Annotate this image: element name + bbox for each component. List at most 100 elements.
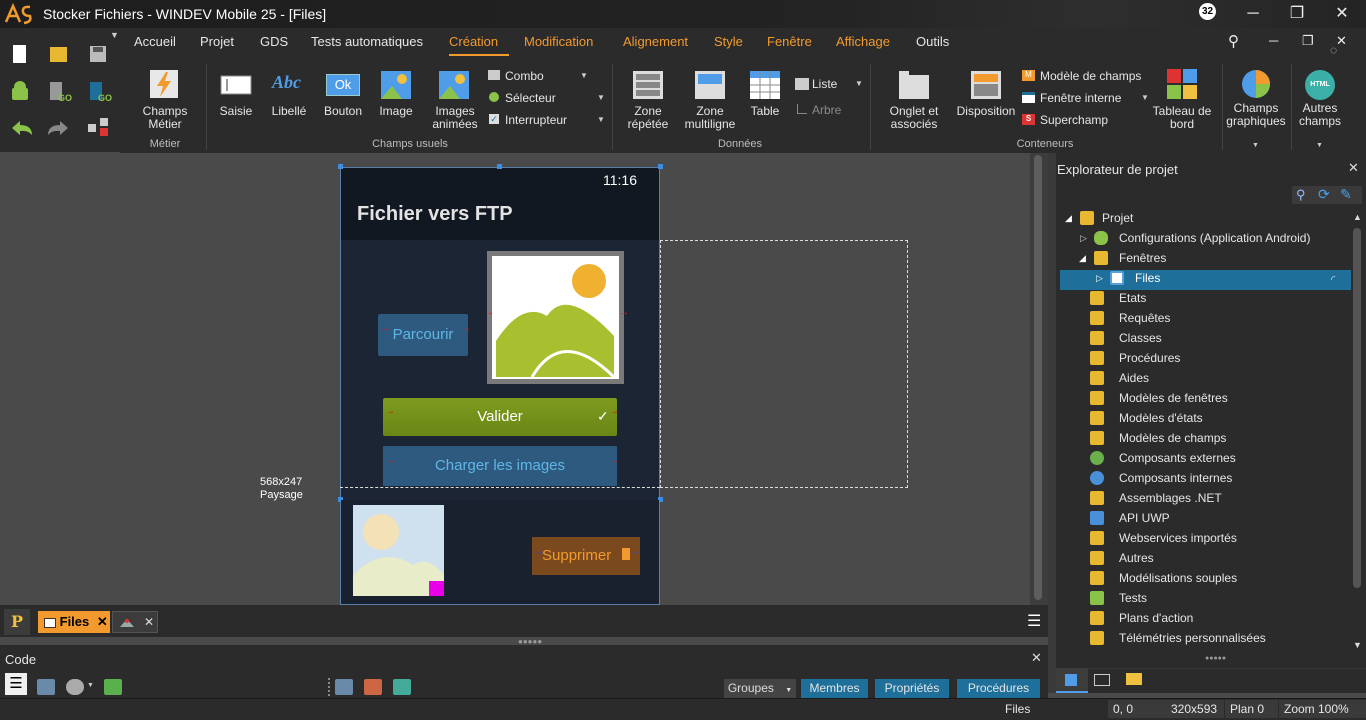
explorer-scrollbar-thumb[interactable] [1353,228,1361,588]
status-zoom[interactable]: Zoom 100% [1279,700,1366,718]
tree-item-plans-action[interactable]: Plans d'action [1088,608,1193,628]
procedures-button[interactable]: Procédures [957,679,1040,698]
close-button[interactable]: ✕ [1331,4,1353,24]
combo-chevron-icon[interactable]: ▼ [580,71,588,80]
new-file-icon[interactable] [10,44,30,67]
liste-button[interactable]: Liste [812,77,837,91]
tab-files[interactable]: Files ✕ [38,611,110,633]
app-minimize-button[interactable]: ─ [1269,33,1278,48]
restore-button[interactable]: ❐ [1286,4,1308,24]
menu-modification[interactable]: Modification [524,34,593,49]
go-test-icon[interactable]: GO [48,80,72,107]
tag-icon[interactable] [364,679,382,695]
libelle-button[interactable]: Libellé [266,105,312,118]
zone-multiligne-button[interactable]: Zone multiligne [682,105,738,131]
tab-close-icon[interactable]: ✕ [144,615,154,629]
saisie-button[interactable]: Saisie [216,105,256,118]
proprietes-button[interactable]: Propriétés [875,679,949,698]
tree-item-requetes[interactable]: Requêtes [1088,308,1170,328]
tree-item-fenetres[interactable]: ◢ Fenêtres [1078,248,1166,268]
tree-item-aides[interactable]: Aides [1088,368,1149,388]
customize-chevron-icon[interactable]: ▼ [110,30,119,40]
palette-chevron-icon[interactable]: ▼ [87,682,94,689]
scroll-down-icon[interactable]: ▼ [1353,640,1362,650]
collapse-icon[interactable]: ◢ [1065,208,1072,228]
toolbar-grip[interactable] [328,678,331,696]
combo-button[interactable]: Combo [505,69,544,83]
selecteur-chevron-icon[interactable]: ▼ [597,93,605,102]
bouton-button[interactable]: Bouton [320,105,366,118]
app-restore-button[interactable]: ❐ [1302,33,1314,49]
collapse-icon[interactable]: ◢ [1079,248,1086,268]
android-icon[interactable] [8,80,32,107]
tree-item-modeles-champs[interactable]: Modèles de champs [1088,428,1226,448]
menu-creation[interactable]: Création [449,34,498,49]
image-button[interactable]: Image [374,105,418,118]
menu-style[interactable]: Style [714,34,743,49]
tree-item-composants-internes[interactable]: Composants internes [1088,468,1232,488]
undo-icon[interactable] [8,118,34,141]
tree-item-projet[interactable]: ◢ Projet [1065,208,1133,228]
expand-icon[interactable]: ▷ [1096,268,1103,288]
interrupteur-chevron-icon[interactable]: ▼ [597,115,605,124]
tree-item-webservices[interactable]: Webservices importés [1088,528,1237,548]
menu-outils[interactable]: Outils [916,34,949,49]
code-list-icon[interactable]: ☰ [5,673,27,695]
resize-handle[interactable] [338,164,343,169]
tree-item-composants-externes[interactable]: Composants externes [1088,448,1236,468]
explorer-tab-analysis-icon[interactable] [1094,674,1110,686]
thumbnail-image[interactable] [353,505,444,596]
palette-icon[interactable] [66,679,84,695]
resize-grip-icon[interactable]: ●●●●● [1205,655,1226,662]
champs-metier-button[interactable]: Champs Métier [136,105,194,131]
notification-badge[interactable]: 32 [1199,3,1216,20]
groupes-dropdown[interactable]: Groupes ▼ [724,679,796,698]
phone-title[interactable]: Fichier vers FTP [357,203,513,226]
wrench-icon[interactable]: ✎ [1340,186,1352,203]
code-panel-close[interactable]: ✕ [1031,650,1042,666]
tree-item-api-uwp[interactable]: API UWP [1088,508,1170,528]
editor-scrollbar-thumb[interactable] [1034,155,1042,600]
refresh-icon[interactable]: ⟳ [1318,186,1330,203]
tabs-menu-icon[interactable]: ☰ [1027,611,1041,631]
redo-icon[interactable] [46,118,72,141]
valider-button[interactable]: Valider [383,398,617,436]
menu-affichage[interactable]: Affichage [836,34,890,49]
hierarchy-icon[interactable] [86,116,112,141]
save-icon[interactable] [88,44,108,67]
tree-item-files[interactable]: ▷ Files [1094,268,1160,288]
menu-gds[interactable]: GDS [260,34,288,49]
cube-icon[interactable] [393,679,411,695]
go-device-icon[interactable]: GO [88,80,112,107]
table-button[interactable]: Table [745,105,785,118]
scroll-up-icon[interactable]: ▲ [1353,212,1362,222]
fenetre-interne-button[interactable]: Fenêtre interne [1040,91,1121,105]
fenetre-interne-chevron-icon[interactable]: ▼ [1141,93,1149,102]
tree-item-procedures[interactable]: Procédures [1088,348,1180,368]
tableau-bord-button[interactable]: Tableau de bord [1150,105,1214,131]
liste-chevron-icon[interactable]: ▼ [855,79,863,88]
menu-alignement[interactable]: Alignement [623,34,688,49]
superchamp-button[interactable]: Superchamp [1040,113,1108,127]
autres-champs-button[interactable]: Autres champs [1294,102,1346,128]
image-field[interactable] [487,251,624,384]
tree-item-modeles-fenetres[interactable]: Modèles de fenêtres [1088,388,1228,408]
tree-item-tests[interactable]: Tests [1088,588,1147,608]
explorer-tab-project[interactable] [1056,669,1088,693]
add-code-icon[interactable] [104,679,122,695]
menu-accueil[interactable]: Accueil [134,34,176,49]
minimize-button[interactable]: ─ [1242,4,1264,24]
explorer-search-icon[interactable]: ⚲ [1296,187,1306,203]
membres-button[interactable]: Membres [801,679,868,698]
tree-item-autres[interactable]: Autres [1088,548,1154,568]
settings-sliders-icon[interactable] [37,679,55,695]
tab-close-icon[interactable]: ✕ [97,614,108,629]
parcourir-button[interactable]: Parcourir [378,314,468,356]
app-close-button[interactable]: ✕ [1336,33,1347,49]
resize-handle[interactable] [497,164,502,169]
panel-splitter[interactable] [1048,153,1056,693]
project-button[interactable]: P [4,609,30,635]
modele-champs-button[interactable]: Modèle de champs [1040,69,1141,83]
expand-icon[interactable]: ▷ [1080,228,1087,248]
graphiques-chevron-icon[interactable]: ▼ [1252,142,1259,149]
